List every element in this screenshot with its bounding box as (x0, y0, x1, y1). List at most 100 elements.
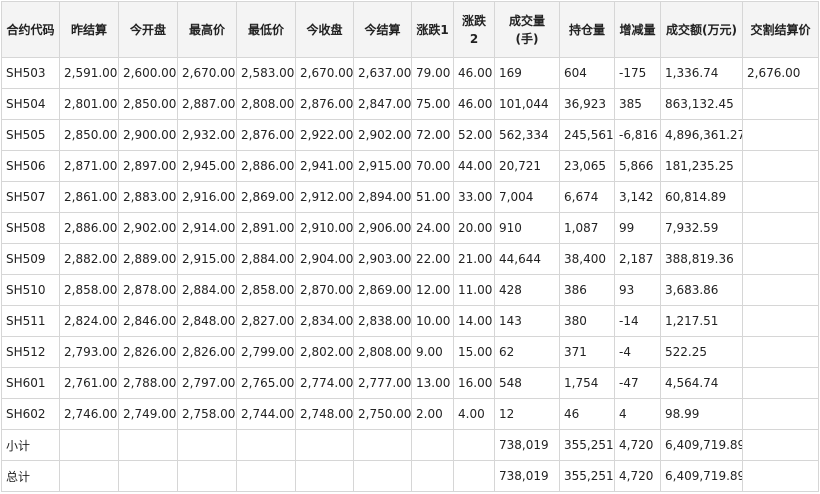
table-row: SH510 2,858.00 2,878.00 2,884.00 2,858.00 2,8… (1, 274, 819, 306)
table-cell: 2,883.00 (118, 181, 178, 213)
table-cell: 20,721 (494, 150, 560, 182)
table-cell: SH602 (1, 398, 60, 430)
table-cell (295, 460, 354, 492)
table-cell: 72.00 (411, 119, 454, 151)
table-cell: 4 (614, 398, 661, 430)
table-cell: -6,816 (614, 119, 661, 151)
table-cell: 2.00 (411, 398, 454, 430)
table-cell (742, 336, 819, 368)
table-cell: 2,847.00 (353, 88, 412, 120)
table-cell: 2,826.00 (177, 336, 237, 368)
table-cell: 2,886.00 (59, 212, 119, 244)
table-cell: 2,858.00 (59, 274, 119, 306)
table-cell: 98.99 (660, 398, 743, 430)
table-cell: 2,802.00 (295, 336, 354, 368)
table-cell: 75.00 (411, 88, 454, 120)
table-row: SH602 2,746.00 2,749.00 2,758.00 2,744.00 2,7… (1, 398, 819, 430)
table-cell: 2,861.00 (59, 181, 119, 213)
table-cell: 14.00 (453, 305, 495, 337)
table-cell: 2,838.00 (353, 305, 412, 337)
table-cell: 2,914.00 (177, 212, 237, 244)
table-cell: 245,561 (559, 119, 615, 151)
table-cell: 562,334 (494, 119, 560, 151)
table-row: 小计 738,019 355,251 4,720 6,409,719.89 (1, 429, 819, 461)
table-row: SH506 2,871.00 2,897.00 2,945.00 2,886.00 2,9… (1, 150, 819, 182)
table-cell: 46 (559, 398, 615, 430)
table-cell: 99 (614, 212, 661, 244)
column-header: 今收盘 (295, 1, 354, 58)
table-cell: 46.00 (453, 88, 495, 120)
table-cell (742, 212, 819, 244)
table-cell: SH505 (1, 119, 60, 151)
table-cell: 1,217.51 (660, 305, 743, 337)
column-header: 今结算 (353, 1, 412, 58)
table-cell (742, 460, 819, 492)
table-cell: 2,801.00 (59, 88, 119, 120)
table-cell: 9.00 (411, 336, 454, 368)
table-cell: 2,746.00 (59, 398, 119, 430)
table-cell (453, 460, 495, 492)
table-cell (295, 429, 354, 461)
table-cell: 2,774.00 (295, 367, 354, 399)
table-cell (411, 429, 454, 461)
table-cell: 1,336.74 (660, 57, 743, 89)
table-cell: 6,409,719.89 (660, 460, 743, 492)
table-cell: 2,891.00 (236, 212, 296, 244)
table-cell: 2,871.00 (59, 150, 119, 182)
table-cell: 2,748.00 (295, 398, 354, 430)
table-cell: 2,808.00 (353, 336, 412, 368)
table-cell: 2,777.00 (353, 367, 412, 399)
table-cell: 2,886.00 (236, 150, 296, 182)
table-cell: SH508 (1, 212, 60, 244)
futures-quote-table: 合约代码 昨结算 今开盘 最高价 最低价 今收盘 今结算 涨跌1 涨跌2 成交量(手) 持仓量 增减量… (1, 1, 819, 492)
table-cell: 2,915.00 (177, 243, 237, 275)
table-cell: 2,788.00 (118, 367, 178, 399)
table-cell (742, 150, 819, 182)
table-cell: 2,750.00 (353, 398, 412, 430)
table-cell: 6,409,719.89 (660, 429, 743, 461)
table-cell: 6,674 (559, 181, 615, 213)
table-cell: 2,827.00 (236, 305, 296, 337)
table-cell: 4.00 (453, 398, 495, 430)
table-cell: 2,903.00 (353, 243, 412, 275)
table-cell: -14 (614, 305, 661, 337)
table-cell: 2,846.00 (118, 305, 178, 337)
table-cell (236, 460, 296, 492)
table-row: SH508 2,886.00 2,902.00 2,914.00 2,891.00 2,9… (1, 212, 819, 244)
table-cell: 428 (494, 274, 560, 306)
table-cell (742, 274, 819, 306)
table-cell (118, 429, 178, 461)
table-cell (59, 429, 119, 461)
table-cell: 2,887.00 (177, 88, 237, 120)
table-cell: 2,904.00 (295, 243, 354, 275)
table-cell: 2,894.00 (353, 181, 412, 213)
table-cell: 22.00 (411, 243, 454, 275)
table-cell: 863,132.45 (660, 88, 743, 120)
table-cell: 20.00 (453, 212, 495, 244)
table-cell: 16.00 (453, 367, 495, 399)
table-cell: 2,758.00 (177, 398, 237, 430)
table-cell: 10.00 (411, 305, 454, 337)
table-cell: 93 (614, 274, 661, 306)
column-header: 成交量(手) (494, 1, 560, 58)
table-row: SH503 2,591.00 2,600.00 2,670.00 2,583.00 2,6… (1, 57, 819, 89)
table-cell: 3,683.86 (660, 274, 743, 306)
table-cell: 2,848.00 (177, 305, 237, 337)
table-cell: 33.00 (453, 181, 495, 213)
table-cell: 386 (559, 274, 615, 306)
table-cell (353, 429, 412, 461)
table-cell: 388,819.36 (660, 243, 743, 275)
table-cell: 60,814.89 (660, 181, 743, 213)
table-cell: 2,876.00 (295, 88, 354, 120)
table-cell: 738,019 (494, 429, 560, 461)
table-cell: 4,564.74 (660, 367, 743, 399)
column-header: 交割结算价 (742, 1, 819, 58)
table-row: 总计 738,019 355,251 4,720 6,409,719.89 (1, 460, 819, 492)
table-cell: 2,916.00 (177, 181, 237, 213)
table-cell: 101,044 (494, 88, 560, 120)
table-cell: 2,591.00 (59, 57, 119, 89)
table-cell: 355,251 (559, 460, 615, 492)
table-cell: 12.00 (411, 274, 454, 306)
table-cell (742, 367, 819, 399)
column-header: 今开盘 (118, 1, 178, 58)
